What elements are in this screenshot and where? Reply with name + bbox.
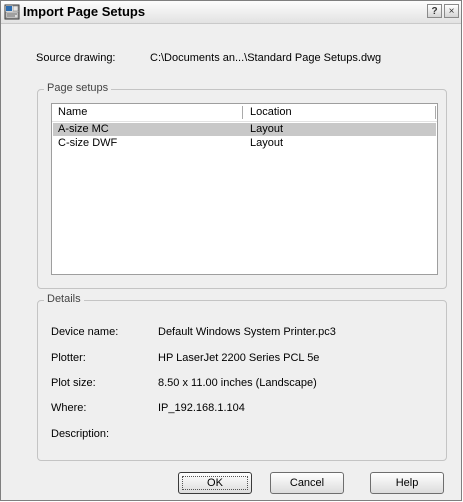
plot-size-label: Plot size: (51, 377, 96, 389)
page-setup-app-icon (4, 4, 20, 20)
list-header: Name Location (52, 104, 437, 122)
help-title-button[interactable]: ? (427, 4, 442, 18)
column-header-location[interactable]: Location (250, 106, 292, 118)
help-button-label: Help (395, 477, 419, 489)
column-divider[interactable] (242, 106, 243, 119)
cancel-button-label: Cancel (289, 477, 325, 489)
setup-location: Layout (250, 137, 284, 149)
ok-button[interactable]: OK (178, 472, 252, 494)
setup-name: A-size MC (58, 123, 109, 135)
list-item[interactable]: A-size MC Layout (53, 123, 436, 136)
device-name-value: Default Windows System Printer.pc3 (158, 326, 336, 338)
setup-name: C-size DWF (58, 137, 118, 149)
plot-size-value: 8.50 x 11.00 inches (Landscape) (158, 377, 317, 389)
source-drawing-label: Source drawing: (36, 52, 116, 64)
setup-location: Layout (250, 123, 284, 135)
list-item[interactable]: C-size DWF Layout (53, 137, 436, 150)
import-page-setups-dialog: Import Page Setups ? × Source drawing: C… (0, 0, 462, 501)
where-value: IP_192.168.1.104 (158, 402, 245, 414)
page-setups-group: Page setups Name Location A-size MC Layo… (37, 82, 447, 289)
details-group: Details Device name: Default Windows Sys… (37, 293, 447, 461)
page-setups-list[interactable]: Name Location A-size MC Layout C-size DW… (51, 103, 438, 275)
where-label: Where: (51, 402, 87, 414)
title-bar[interactable]: Import Page Setups ? × (1, 1, 461, 24)
details-legend: Details (44, 293, 84, 305)
plotter-label: Plotter: (51, 352, 86, 364)
focus-ring (182, 476, 248, 490)
cancel-button[interactable]: Cancel (270, 472, 344, 494)
column-header-name[interactable]: Name (58, 106, 87, 118)
page-setups-legend: Page setups (44, 82, 112, 94)
plotter-value: HP LaserJet 2200 Series PCL 5e (158, 352, 320, 364)
close-button[interactable]: × (444, 4, 459, 18)
description-label: Description: (51, 428, 110, 440)
column-divider-end (435, 106, 436, 119)
device-name-label: Device name: (51, 326, 119, 338)
help-button[interactable]: Help (370, 472, 444, 494)
window-title: Import Page Setups (23, 4, 146, 19)
source-drawing-path: C:\Documents an...\Standard Page Setups.… (150, 52, 382, 64)
